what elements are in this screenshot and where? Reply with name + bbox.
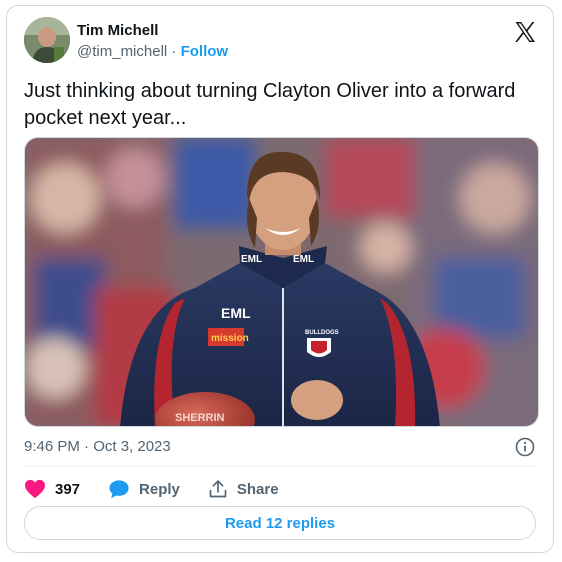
ball-text: SHERRIN: [175, 412, 225, 424]
separator-dot: ·: [171, 43, 177, 60]
like-count: 397: [55, 480, 81, 498]
tweet-photo[interactable]: EML EML EML mission BULLDOGS SHERRIN: [24, 137, 539, 427]
club-name: BULLDOGS: [305, 330, 339, 336]
jacket-brand-chest: EML: [221, 305, 251, 321]
like-button[interactable]: 397: [24, 479, 80, 499]
reply-bubble-icon: [109, 480, 129, 499]
reply-label: Reply: [139, 480, 180, 498]
follow-button[interactable]: Follow: [181, 43, 229, 60]
heart-icon: [25, 479, 45, 499]
tweet-timestamp[interactable]: 9:46 PM · Oct 3, 2023: [24, 438, 171, 456]
share-label: Share: [236, 480, 279, 498]
info-icon[interactable]: [515, 437, 535, 457]
x-logo-icon[interactable]: [513, 20, 537, 44]
author-avatar[interactable]: [24, 17, 70, 63]
jacket-brand-collar-right: EML: [293, 254, 314, 265]
share-icon: [209, 480, 227, 498]
jacket-sponsor: mission: [211, 333, 249, 344]
author-handle[interactable]: @tim_michell: [77, 43, 167, 60]
share-button[interactable]: Share: [208, 479, 279, 499]
action-bar: 397 Reply Share: [24, 477, 307, 501]
author-name[interactable]: Tim Michell: [77, 22, 158, 40]
divider: [24, 466, 536, 467]
tweet-card: Tim Michell @tim_michell · Follow Just t…: [6, 5, 554, 553]
tweet-text: Just thinking about turning Clayton Oliv…: [24, 80, 516, 129]
reply-button[interactable]: Reply: [108, 479, 180, 499]
read-replies-button[interactable]: Read 12 replies: [24, 506, 536, 540]
jacket-brand-collar-left: EML: [241, 254, 262, 265]
author-handle-row: @tim_michell · Follow: [77, 43, 228, 61]
